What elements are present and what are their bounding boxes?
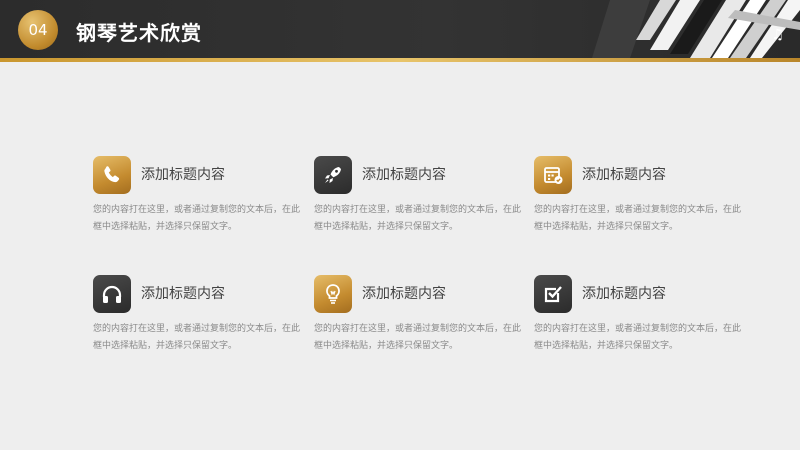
header-bar: 04 钢琴艺术欣赏 ♫ — [0, 0, 800, 58]
item-description: 您的内容打在这里，或者通过复制您的文本后，在此框中选择粘贴，并选择只保留文字。 — [314, 324, 522, 351]
music-note-icon: ♫ — [771, 27, 784, 43]
feature-item: 添加标题内容 您的内容打在这里，或者通过复制您的文本后，在此框中选择粘贴，并选择… — [534, 275, 754, 365]
item-title: 添加标题内容 — [362, 167, 446, 183]
item-title: 添加标题内容 — [362, 286, 446, 302]
feature-item: 添加标题内容 您的内容打在这里，或者通过复制您的文本后，在此框中选择粘贴，并选择… — [93, 156, 313, 246]
item-title: 添加标题内容 — [141, 167, 225, 183]
page-title: 钢琴艺术欣赏 — [76, 21, 202, 45]
lightbulb-icon — [314, 275, 352, 313]
feature-item: 添加标题内容 您的内容打在这里，或者通过复制您的文本后，在此框中选择粘贴，并选择… — [314, 156, 534, 246]
headphones-icon — [93, 275, 131, 313]
item-description: 您的内容打在这里，或者通过复制您的文本后，在此框中选择粘贴，并选择只保留文字。 — [534, 324, 742, 351]
feature-item: 添加标题内容 您的内容打在这里，或者通过复制您的文本后，在此框中选择粘贴，并选择… — [534, 156, 754, 246]
piano-keys-decoration — [592, 0, 800, 58]
item-description: 您的内容打在这里，或者通过复制您的文本后，在此框中选择粘贴，并选择只保留文字。 — [534, 205, 742, 232]
item-description: 您的内容打在这里，或者通过复制您的文本后，在此框中选择粘贴，并选择只保留文字。 — [93, 205, 301, 232]
item-description: 您的内容打在这里，或者通过复制您的文本后，在此框中选择粘贴，并选择只保留文字。 — [93, 324, 301, 351]
feature-item: 添加标题内容 您的内容打在这里，或者通过复制您的文本后，在此框中选择粘贴，并选择… — [314, 275, 534, 365]
rocket-icon — [314, 156, 352, 194]
calendar-check-icon — [534, 156, 572, 194]
feature-item: 添加标题内容 您的内容打在这里，或者通过复制您的文本后，在此框中选择粘贴，并选择… — [93, 275, 313, 365]
section-number-badge: 04 — [18, 10, 58, 50]
item-title: 添加标题内容 — [582, 286, 666, 302]
item-description: 您的内容打在这里，或者通过复制您的文本后，在此框中选择粘贴，并选择只保留文字。 — [314, 205, 522, 232]
checkbox-icon — [534, 275, 572, 313]
item-title: 添加标题内容 — [141, 286, 225, 302]
phone-icon — [93, 156, 131, 194]
header-accent-strip — [0, 58, 800, 62]
item-title: 添加标题内容 — [582, 167, 666, 183]
